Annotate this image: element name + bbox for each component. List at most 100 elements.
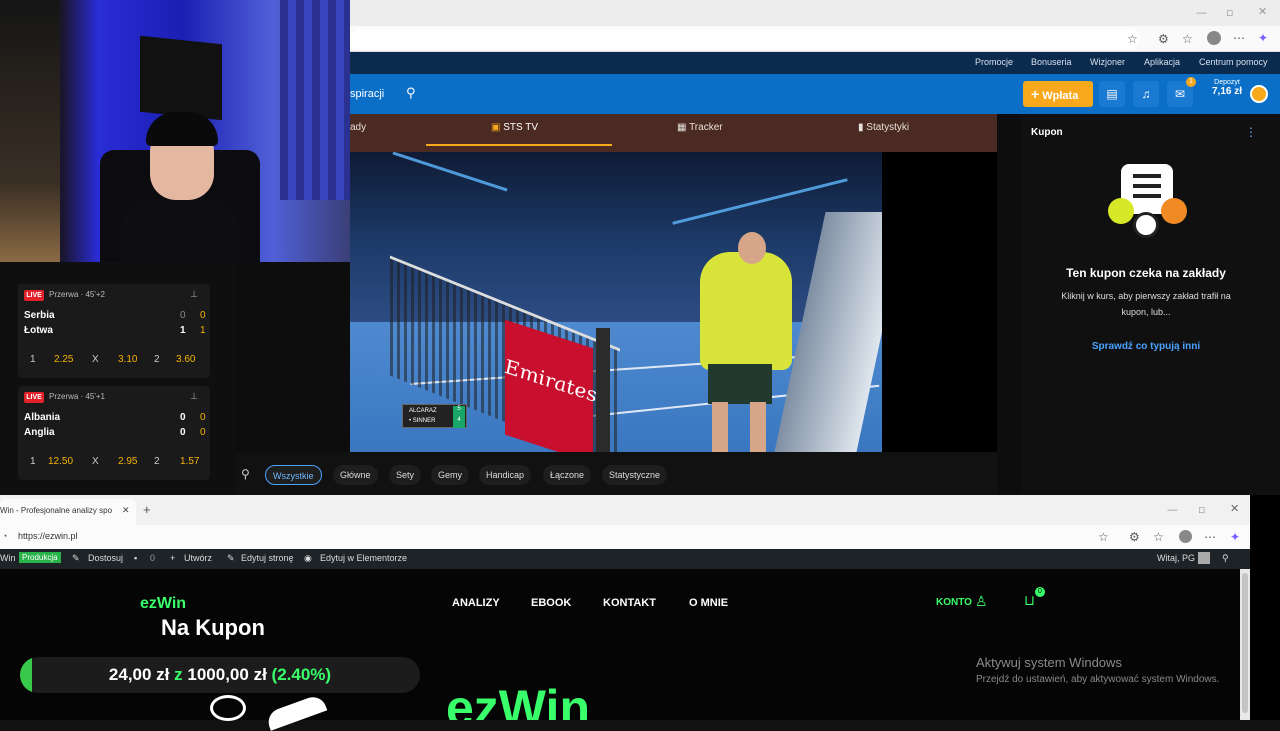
nav-promocje[interactable]: Promocje [975,57,1013,67]
nav-centrum-pomocy[interactable]: Centrum pomocy [1199,57,1268,67]
odd-2[interactable]: 1.57 [180,456,199,467]
tab-zaklady[interactable]: ady [350,122,366,133]
goal-current: 24,00 zł [108,665,170,684]
nav-bonuseria[interactable]: Bonuseria [1031,57,1072,67]
player-shorts [708,364,772,404]
windows-activation-subtitle: Przejdź do ustawień, aby aktywować syste… [976,674,1220,685]
coupons-icon[interactable]: ▤ [1099,81,1125,107]
nav-kontakt[interactable]: KONTAKT [603,597,656,609]
kupon-others-link[interactable]: Sprawdź co typują inni [1021,341,1271,352]
ezwin-page: ezWin ANALIZY EBOOK KONTAKT O MNIE KONTO… [0,569,1240,731]
minimize-icon[interactable]: — [1196,6,1207,19]
match-card[interactable]: LIVE Przerwa · 45'+1 ⊥ Albania Anglia 0 … [18,386,210,480]
player-leg-2 [750,402,766,452]
depozyt-label: Depozyt [1214,79,1240,86]
pin-icon[interactable]: ⊥ [190,289,198,300]
star-icon[interactable]: ☆ [1127,32,1138,46]
wplata-label: Wpłata [1042,90,1079,102]
profile-avatar[interactable] [1179,530,1192,543]
wp-env-badge: Produkcja [19,552,61,563]
minimize-icon[interactable]: — [1167,503,1178,516]
match-card[interactable]: LIVE Przerwa · 45'+2 ⊥ Serbia Łotwa 0 0 … [18,284,210,378]
wp-comments-count[interactable]: 0 [150,553,155,563]
more-icon[interactable]: ⋯ [1204,530,1216,544]
market-sety[interactable]: Sety [389,465,422,485]
nav-aplikacja[interactable]: Aplikacja [1144,57,1180,67]
account-icon[interactable] [1250,85,1268,103]
plus-icon: + [170,553,176,563]
home-team: Albania [24,412,61,423]
search-icon[interactable]: ⚲ [1222,553,1229,564]
ezwin-logo[interactable]: ezWin [140,595,186,613]
scrollbar-thumb[interactable] [1242,573,1248,713]
close-icon[interactable]: ✕ [1258,5,1267,18]
goal-progress-bar: 24,00 zł z 1000,00 zł (2.40%) [20,657,420,693]
pencil-icon: ✎ [227,553,235,563]
tab-sts-tv[interactable]: ▣ STS TV [491,122,538,133]
wp-greeting[interactable]: Witaj, PG [1157,553,1195,563]
tab-statystyki[interactable]: ▮ Statystyki [858,122,909,133]
new-tab-icon[interactable]: + [143,502,151,517]
nav-ebook[interactable]: EBOOK [531,597,571,609]
more-icon[interactable]: ⋯ [1233,31,1245,45]
star-icon[interactable]: ☆ [1098,530,1109,544]
video-player[interactable]: Emirates ALCARAZ • SINNER 5 4 [350,152,882,452]
tab-tracker[interactable]: ▦ Tracker [677,122,723,133]
search-icon[interactable]: ⚲ [241,467,250,481]
konto-link[interactable]: KONTO [936,597,972,608]
odd-1[interactable]: 12.50 [48,456,73,467]
wp-create[interactable]: Utwórz [184,553,212,563]
market-gemy[interactable]: Gemy [431,465,470,485]
user-icon[interactable]: ♙ [975,593,988,610]
copilot-icon[interactable]: ✦ [1230,530,1240,544]
market-handicap[interactable]: Handicap [479,465,532,485]
search-icon[interactable]: ⚲ [406,86,416,101]
address-field[interactable] [350,29,1140,49]
profile-avatar[interactable] [1207,31,1221,45]
player-shirt [700,252,792,370]
odd-2-label: 2 [154,354,160,365]
bell-icon[interactable]: ♫ [1133,81,1159,107]
extensions-icon[interactable]: ⚙ [1158,32,1169,46]
odd-2[interactable]: 3.60 [176,354,195,365]
maximize-icon[interactable]: ▫ [1226,6,1233,19]
nav-wizjoner[interactable]: Wizjoner [1090,57,1125,67]
odd-x[interactable]: 3.10 [118,354,137,365]
active-tab-indicator [426,144,612,146]
notification-badge: 1 [1186,77,1196,87]
nav-analizy[interactable]: ANALIZY [452,597,500,609]
maximize-icon[interactable]: ▫ [1198,503,1205,516]
kupon-menu-icon[interactable]: ⋮ [1245,125,1257,139]
favorites-icon[interactable]: ☆ [1182,32,1193,46]
market-statystyczne[interactable]: Statystyczne [602,465,668,485]
hero-logo: ezWin [446,683,590,720]
odd-1[interactable]: 2.25 [54,354,73,365]
market-wszystkie[interactable]: Wszystkie [265,465,322,485]
page-scrollbar[interactable] [1240,569,1250,720]
wp-avatar [1198,552,1210,564]
close-icon[interactable]: ✕ [1230,502,1239,515]
odd-x[interactable]: 2.95 [118,456,137,467]
lock-icon[interactable]: ◔ [2,531,7,541]
wp-edit-page[interactable]: Edytuj stronę [241,553,294,563]
balance-widget[interactable]: Depozyt 7,16 zł [1201,79,1253,109]
sts-browser-window: — ▫ ✕ ☆ ⚙ ☆ ⋯ ✦ Promocje Bonuseria Wizjo… [0,0,1280,495]
wp-customize[interactable]: Dostosuj [88,553,123,563]
browser-tab[interactable]: Win - Profesjonalne analizy spo ✕ [0,499,136,525]
pin-icon[interactable]: ⊥ [190,391,198,402]
close-tab-icon[interactable]: ✕ [122,505,130,516]
copilot-icon[interactable]: ✦ [1258,31,1268,45]
url-field[interactable]: https://ezwin.pl [18,531,78,541]
basketball-icon [1161,198,1187,224]
favorites-icon[interactable]: ☆ [1153,530,1164,544]
wp-edit-elementor[interactable]: Edytuj w Elementorze [320,553,407,563]
market-laczone[interactable]: Łączone [543,465,592,485]
extensions-icon[interactable]: ⚙ [1129,530,1140,544]
inspiracje-link[interactable]: spiracji [350,88,384,100]
nav-o-mnie[interactable]: O MNIE [689,597,728,609]
checkmark-shape [264,693,328,731]
wp-site-name[interactable]: Win [0,553,16,563]
market-glowne[interactable]: Główne [333,465,378,485]
cart-icon[interactable]: ⊔ [1024,592,1035,609]
wplata-button[interactable]: + Wpłata [1023,81,1093,107]
